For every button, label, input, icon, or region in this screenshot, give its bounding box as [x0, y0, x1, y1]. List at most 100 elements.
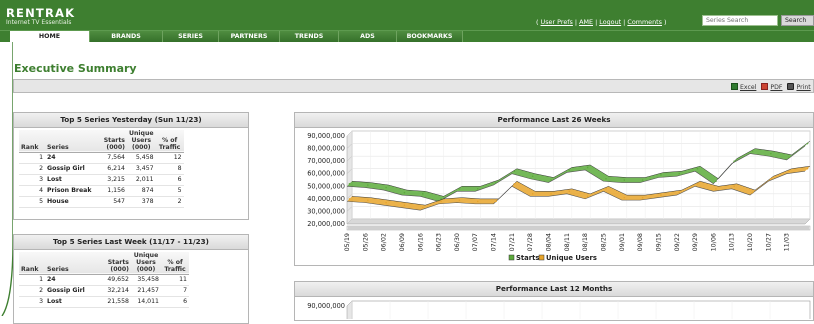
data-point	[513, 170, 516, 173]
data-point	[660, 174, 662, 176]
tab-ads[interactable]: ADS	[339, 31, 397, 42]
data-point	[421, 193, 424, 195]
tab-trends[interactable]: TRENDS	[280, 31, 339, 42]
top5-yesterday-panel: Top 5 Series Yesterday (Sun 11/23) Rank …	[13, 112, 249, 220]
table-row: 5 House 547 378 2	[19, 196, 184, 208]
x-tick-label: 10/27	[764, 233, 772, 251]
data-point	[348, 182, 351, 185]
data-point	[367, 184, 369, 186]
printer-icon	[787, 83, 795, 90]
data-point	[788, 156, 790, 159]
data-point	[605, 177, 607, 180]
pdf-export[interactable]: PDF	[761, 83, 782, 91]
x-tick-label: 09/22	[673, 233, 681, 251]
panel-title: Top 5 Series Yesterday (Sun 11/23)	[14, 113, 248, 128]
legend-swatch	[508, 254, 515, 261]
x-tick-label: 08/25	[599, 233, 607, 251]
data-point	[568, 169, 571, 171]
x-tick-label: 06/02	[380, 233, 388, 251]
data-point	[733, 185, 736, 188]
data-point	[770, 152, 772, 155]
y-tick-label: 50,000,000	[307, 182, 345, 190]
data-point	[476, 188, 479, 190]
data-point	[806, 167, 809, 170]
legend-label: Unique Users	[546, 254, 597, 262]
tab-partners[interactable]: PARTNERS	[219, 31, 280, 42]
table-row: 1 24 7,564 5,458 12	[19, 152, 184, 164]
data-point	[403, 191, 406, 194]
tab-series[interactable]: SERIES	[163, 31, 219, 42]
x-tick-label: 07/07	[471, 233, 479, 251]
data-point	[568, 190, 571, 193]
data-point	[770, 177, 772, 180]
left-border-curve	[1, 42, 13, 316]
x-tick-label: 07/14	[490, 233, 498, 251]
data-point	[751, 150, 754, 152]
x-tick-label: 05/19	[343, 233, 351, 251]
series-search-input[interactable]	[702, 15, 778, 26]
logo: RENTRAK	[6, 6, 76, 20]
data-point	[458, 188, 461, 190]
legend-label: Starts	[516, 254, 539, 262]
ame-link[interactable]: AME	[579, 18, 593, 26]
data-point	[531, 193, 534, 195]
tab-bookmarks[interactable]: BOOKMARKS	[397, 31, 463, 42]
perf-26-weeks-panel: Performance Last 26 Weeks 90,000,000 80,0…	[294, 112, 814, 266]
main-nav: HOME BRANDS SERIES PARTNERS TRENDS ADS B…	[10, 31, 463, 42]
data-point	[586, 195, 589, 198]
x-tick-label: 06/16	[416, 233, 424, 251]
plot-area	[351, 300, 811, 319]
x-tick-label: 10/06	[709, 233, 717, 251]
plot-floor	[346, 218, 811, 225]
logout-link[interactable]: Logout	[599, 18, 621, 26]
top-header: RENTRAK Internet TV Essentials ( User Pr…	[0, 0, 814, 42]
y-tick-label: 60,000,000	[307, 170, 345, 178]
data-point	[715, 188, 717, 190]
x-tick-label: 06/30	[453, 233, 461, 251]
data-point	[440, 200, 442, 203]
print-button[interactable]: Print	[787, 83, 811, 91]
data-point	[696, 182, 699, 185]
data-point	[385, 186, 387, 189]
utility-links: ( User Prefs | AME | Logout | Comments )	[536, 18, 667, 26]
y-tick-label: 20,000,000	[307, 220, 345, 228]
search-button[interactable]: Search	[781, 15, 814, 26]
tab-home[interactable]: HOME	[10, 31, 90, 42]
comments-link[interactable]: Comments	[627, 18, 662, 26]
data-point	[495, 181, 497, 184]
table-row: 2 Gossip Girl 32,214 21,457 7	[19, 285, 189, 297]
y-tick-label: 70,000,000	[307, 157, 345, 165]
tab-brands[interactable]: BRANDS	[90, 31, 163, 42]
data-point	[605, 188, 607, 190]
x-tick-label: 07/28	[526, 233, 534, 251]
y-tick-label: 40,000,000	[307, 195, 345, 203]
perf-26-weeks-chart: 90,000,000 80,000,000 70,000,000 60,000,000…	[307, 130, 811, 262]
x-tick-label: 06/23	[435, 233, 443, 251]
page-title: Executive Summary	[14, 62, 137, 75]
table-row: 3 Lost 3,215 2,011 6	[19, 174, 184, 186]
excel-export[interactable]: Excel	[731, 83, 756, 91]
data-point	[403, 204, 406, 206]
data-point	[641, 196, 644, 199]
user-prefs-link[interactable]: User Prefs	[541, 18, 573, 26]
table-row: 4 Prison Break 1,156 874 5	[19, 185, 184, 197]
x-tick-label: 10/13	[728, 233, 736, 251]
perf-12-months-panel: Performance Last 12 Months 90,000,000	[294, 281, 814, 321]
pdf-icon	[761, 83, 769, 90]
data-point	[385, 201, 387, 204]
table-row: 1 24 49,652 35,458 11	[19, 274, 189, 286]
x-tick-label: 08/04	[545, 233, 553, 251]
x-tick-label: 06/09	[398, 233, 406, 251]
x-tick-label: 11/03	[783, 233, 791, 251]
plot-side-wall	[346, 130, 353, 225]
data-point	[678, 172, 681, 175]
data-point	[586, 166, 589, 169]
table-row: 2 Gossip Girl 6,214 3,457 8	[19, 163, 184, 175]
data-point	[660, 194, 662, 196]
top5-yesterday-table: Rank Series Starts (000) Unique Users (000)…	[19, 130, 184, 208]
x-tick-label: 09/01	[618, 233, 626, 251]
chart-scrollbar-thumb	[348, 226, 809, 230]
data-point	[531, 175, 534, 178]
x-tick-label: 09/29	[691, 233, 699, 251]
y-tick-label: 90,000,000	[307, 132, 345, 140]
